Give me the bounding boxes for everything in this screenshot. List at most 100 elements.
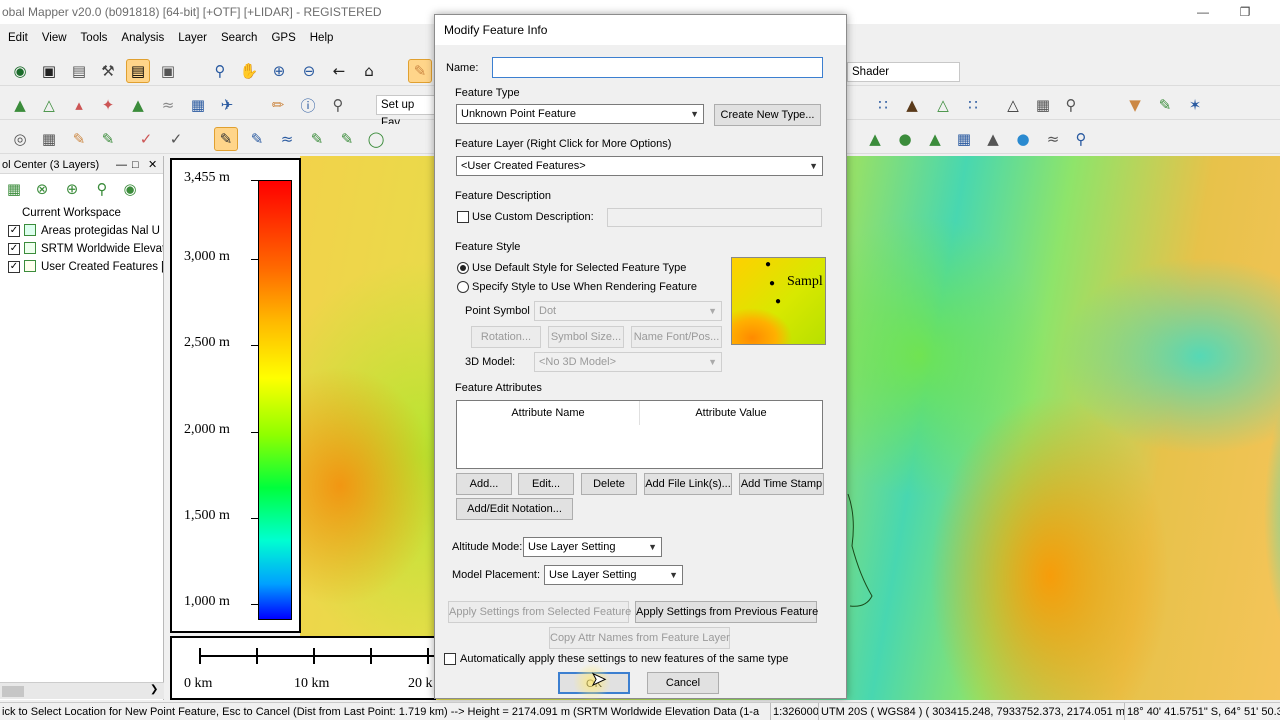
back-arrow-icon[interactable]: ←: [327, 59, 351, 83]
vertex-icon[interactable]: ✓: [164, 127, 188, 151]
menu-edit[interactable]: Edit: [0, 28, 34, 48]
target-icon[interactable]: ◎: [8, 127, 32, 151]
menu-gps[interactable]: GPS: [263, 28, 301, 48]
workspace-node[interactable]: Current Workspace: [0, 204, 163, 222]
image-icon[interactable]: ▦: [186, 93, 210, 117]
workspace-icon[interactable]: ▤: [67, 59, 91, 83]
layer-row[interactable]: ✓ Areas protegidas Nal U: [0, 222, 163, 240]
create-new-type-button[interactable]: Create New Type...: [714, 104, 821, 126]
visibility-icon[interactable]: ◉: [118, 177, 142, 201]
apply-previous-button[interactable]: Apply Settings from Previous Feature: [635, 601, 818, 623]
edit-attribute-button[interactable]: Edit...: [518, 473, 574, 495]
create-line-icon[interactable]: ✎: [245, 127, 269, 151]
grid-dots-icon[interactable]: ∷: [961, 93, 985, 117]
flight-icon[interactable]: ✈: [215, 93, 239, 117]
filter-icon[interactable]: ▼: [1123, 93, 1147, 117]
save-icon[interactable]: ▣: [37, 59, 61, 83]
add-notation-button[interactable]: Add/Edit Notation...: [456, 498, 573, 520]
default-style-radio[interactable]: [457, 262, 469, 274]
area-edit-icon[interactable]: ✎: [96, 127, 120, 151]
add-time-stamp-button[interactable]: Add Time Stamp: [739, 473, 824, 495]
hatch-icon[interactable]: ▦: [1031, 93, 1055, 117]
watershed-icon[interactable]: ▲: [126, 93, 150, 117]
points-icon[interactable]: ∷: [871, 93, 895, 117]
custom-description-checkbox[interactable]: [457, 211, 469, 223]
close-panel-icon[interactable]: ✕: [148, 156, 157, 174]
home-icon[interactable]: ⌂: [357, 59, 381, 83]
layer-options-icon[interactable]: ▦: [2, 177, 26, 201]
feature-layer-select[interactable]: <User Created Features> ▼: [456, 156, 823, 176]
menu-analysis[interactable]: Analysis: [113, 28, 170, 48]
view-shed-icon[interactable]: ✦: [96, 93, 120, 117]
bush-icon[interactable]: ●: [893, 127, 917, 151]
custom-description-input[interactable]: [607, 208, 822, 227]
attr-value-header[interactable]: Attribute Value: [640, 401, 822, 425]
network-icon[interactable]: ✶: [1183, 93, 1207, 117]
zoom-box-icon[interactable]: ⚲: [208, 59, 232, 83]
terrain-icon[interactable]: ▲: [8, 93, 32, 117]
mountain-icon[interactable]: ▲: [900, 93, 924, 117]
restore-icon[interactable]: ❐: [1228, 0, 1262, 24]
control-center-icon[interactable]: ▤: [126, 59, 150, 83]
dock-panel-icon[interactable]: □: [132, 156, 139, 174]
water-icon[interactable]: ●: [1011, 127, 1035, 151]
menu-help[interactable]: Help: [302, 28, 340, 48]
cancel-button[interactable]: Cancel: [647, 672, 719, 694]
scroll-thumb[interactable]: [2, 686, 24, 697]
horizontal-scrollbar[interactable]: ❯: [0, 682, 164, 699]
grid-icon[interactable]: ▦: [37, 127, 61, 151]
attributes-table[interactable]: Attribute Name Attribute Value: [456, 400, 823, 469]
search-map-icon[interactable]: ⚲: [1059, 93, 1083, 117]
symbol-size-button[interactable]: Symbol Size...: [548, 326, 624, 348]
menu-layer[interactable]: Layer: [170, 28, 213, 48]
shader-select[interactable]: Shader: [847, 62, 960, 82]
building-icon[interactable]: ▦: [952, 127, 976, 151]
minimize-icon[interactable]: —: [1186, 0, 1220, 24]
tower-icon[interactable]: ▲: [981, 127, 1005, 151]
contour-icon[interactable]: ≈: [156, 93, 180, 117]
specify-style-radio[interactable]: [457, 281, 469, 293]
name-input[interactable]: [492, 57, 823, 78]
zoom-in-icon[interactable]: ⊕: [267, 59, 291, 83]
close-layer-icon[interactable]: ⊗: [30, 177, 54, 201]
edit-check-icon[interactable]: ✎: [1153, 93, 1177, 117]
layer-checkbox[interactable]: ✓: [8, 225, 20, 237]
delete-attribute-button[interactable]: Delete: [581, 473, 637, 495]
scroll-right-icon[interactable]: ❯: [150, 684, 158, 695]
point-symbol-select[interactable]: Dot ▼: [534, 301, 722, 321]
apply-selected-button[interactable]: Apply Settings from Selected Feature: [448, 601, 631, 623]
layer-row[interactable]: ✓ SRTM Worldwide Elevat: [0, 240, 163, 258]
attr-name-header[interactable]: Attribute Name: [457, 401, 640, 425]
hills-icon[interactable]: △: [37, 93, 61, 117]
altitude-mode-select[interactable]: Use Layer Setting ▼: [523, 537, 662, 557]
peaks-icon[interactable]: △: [931, 93, 955, 117]
add-layer-icon[interactable]: ⊕: [60, 177, 84, 201]
layer-checkbox[interactable]: ✓: [8, 261, 20, 273]
find-icon[interactable]: ⚲: [326, 93, 350, 117]
tree-icon[interactable]: ▲: [923, 127, 947, 151]
wires-icon[interactable]: ≈: [1041, 127, 1065, 151]
zoom-out-icon[interactable]: ⊖: [297, 59, 321, 83]
triangle-icon[interactable]: △: [1001, 93, 1025, 117]
profile-icon[interactable]: ▴: [67, 93, 91, 117]
create-range-icon[interactable]: ✎: [335, 127, 359, 151]
create-area-icon[interactable]: ✎: [305, 127, 329, 151]
menu-tools[interactable]: Tools: [73, 28, 114, 48]
favorites-select[interactable]: Set up Fav: [376, 95, 436, 129]
add-attribute-button[interactable]: Add...: [456, 473, 512, 495]
layer-row[interactable]: ✓ User Created Features [: [0, 258, 163, 276]
zoom-layer-icon[interactable]: ⚲: [90, 177, 114, 201]
wrench-icon[interactable]: ⚒: [96, 59, 120, 83]
layer-checkbox[interactable]: ✓: [8, 243, 20, 255]
minimize-panel-icon[interactable]: —: [116, 156, 127, 174]
pan-hand-icon[interactable]: ✋: [237, 59, 261, 83]
grass-icon[interactable]: ▲: [863, 127, 887, 151]
edit-pencil-icon[interactable]: ✎: [408, 59, 432, 83]
menu-search[interactable]: Search: [213, 28, 263, 48]
menu-view[interactable]: View: [34, 28, 73, 48]
rotation-button[interactable]: Rotation...: [471, 326, 541, 348]
measure-icon[interactable]: ✏: [266, 93, 290, 117]
info-icon[interactable]: ⓘ: [296, 93, 320, 117]
digitize-icon[interactable]: ✎: [67, 127, 91, 151]
create-circle-icon[interactable]: ◯: [364, 127, 388, 151]
